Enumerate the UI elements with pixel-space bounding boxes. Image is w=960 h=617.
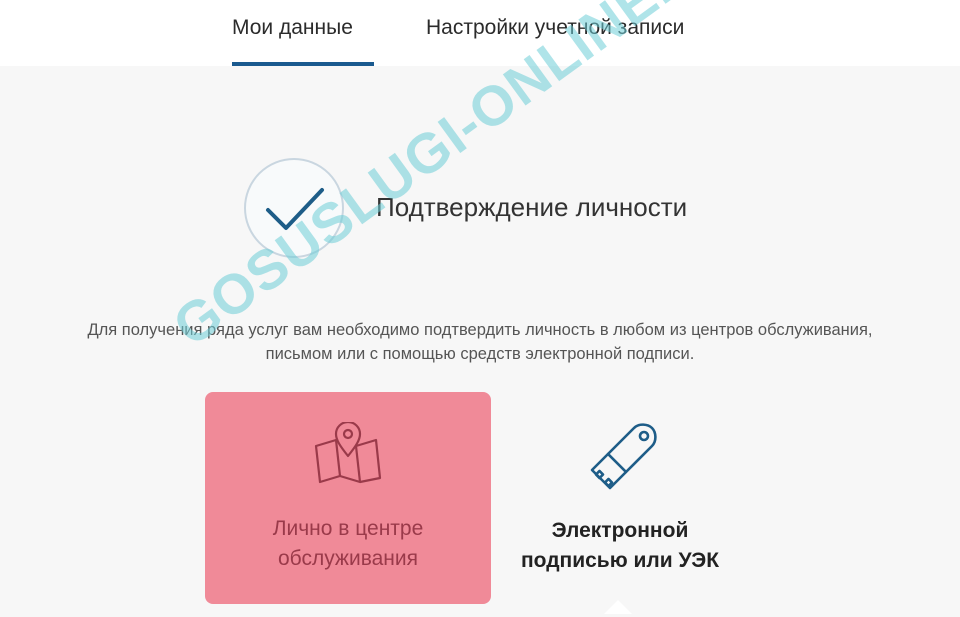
active-tab-indicator [232,62,374,66]
section-title: Подтверждение личности [376,192,688,222]
tab-account-settings[interactable]: Настройки учетной записи [426,16,684,40]
option-in-person[interactable]: Лично в центре обслуживания [205,392,491,604]
option-e-signature[interactable]: Электронной подписью или УЭК [490,392,750,604]
selection-pointer [604,600,632,614]
option-e-signature-label: Электронной подписью или УЭК [520,519,720,572]
tab-my-data[interactable]: Мои данные [232,16,353,40]
tab-bar: Мои данные Настройки учетной записи [0,0,960,66]
description-line: Для получения ряда услуг вам необходимо … [87,321,873,339]
map-pin-icon [314,422,382,484]
checkmark-icon [244,158,344,258]
description-line: письмом или с помощью средств электронно… [265,345,695,363]
option-in-person-label: Лично в центре обслуживания [272,517,424,570]
verification-description: Для получения ряда услуг вам необходимо … [0,318,960,366]
usb-token-icon [590,423,657,490]
